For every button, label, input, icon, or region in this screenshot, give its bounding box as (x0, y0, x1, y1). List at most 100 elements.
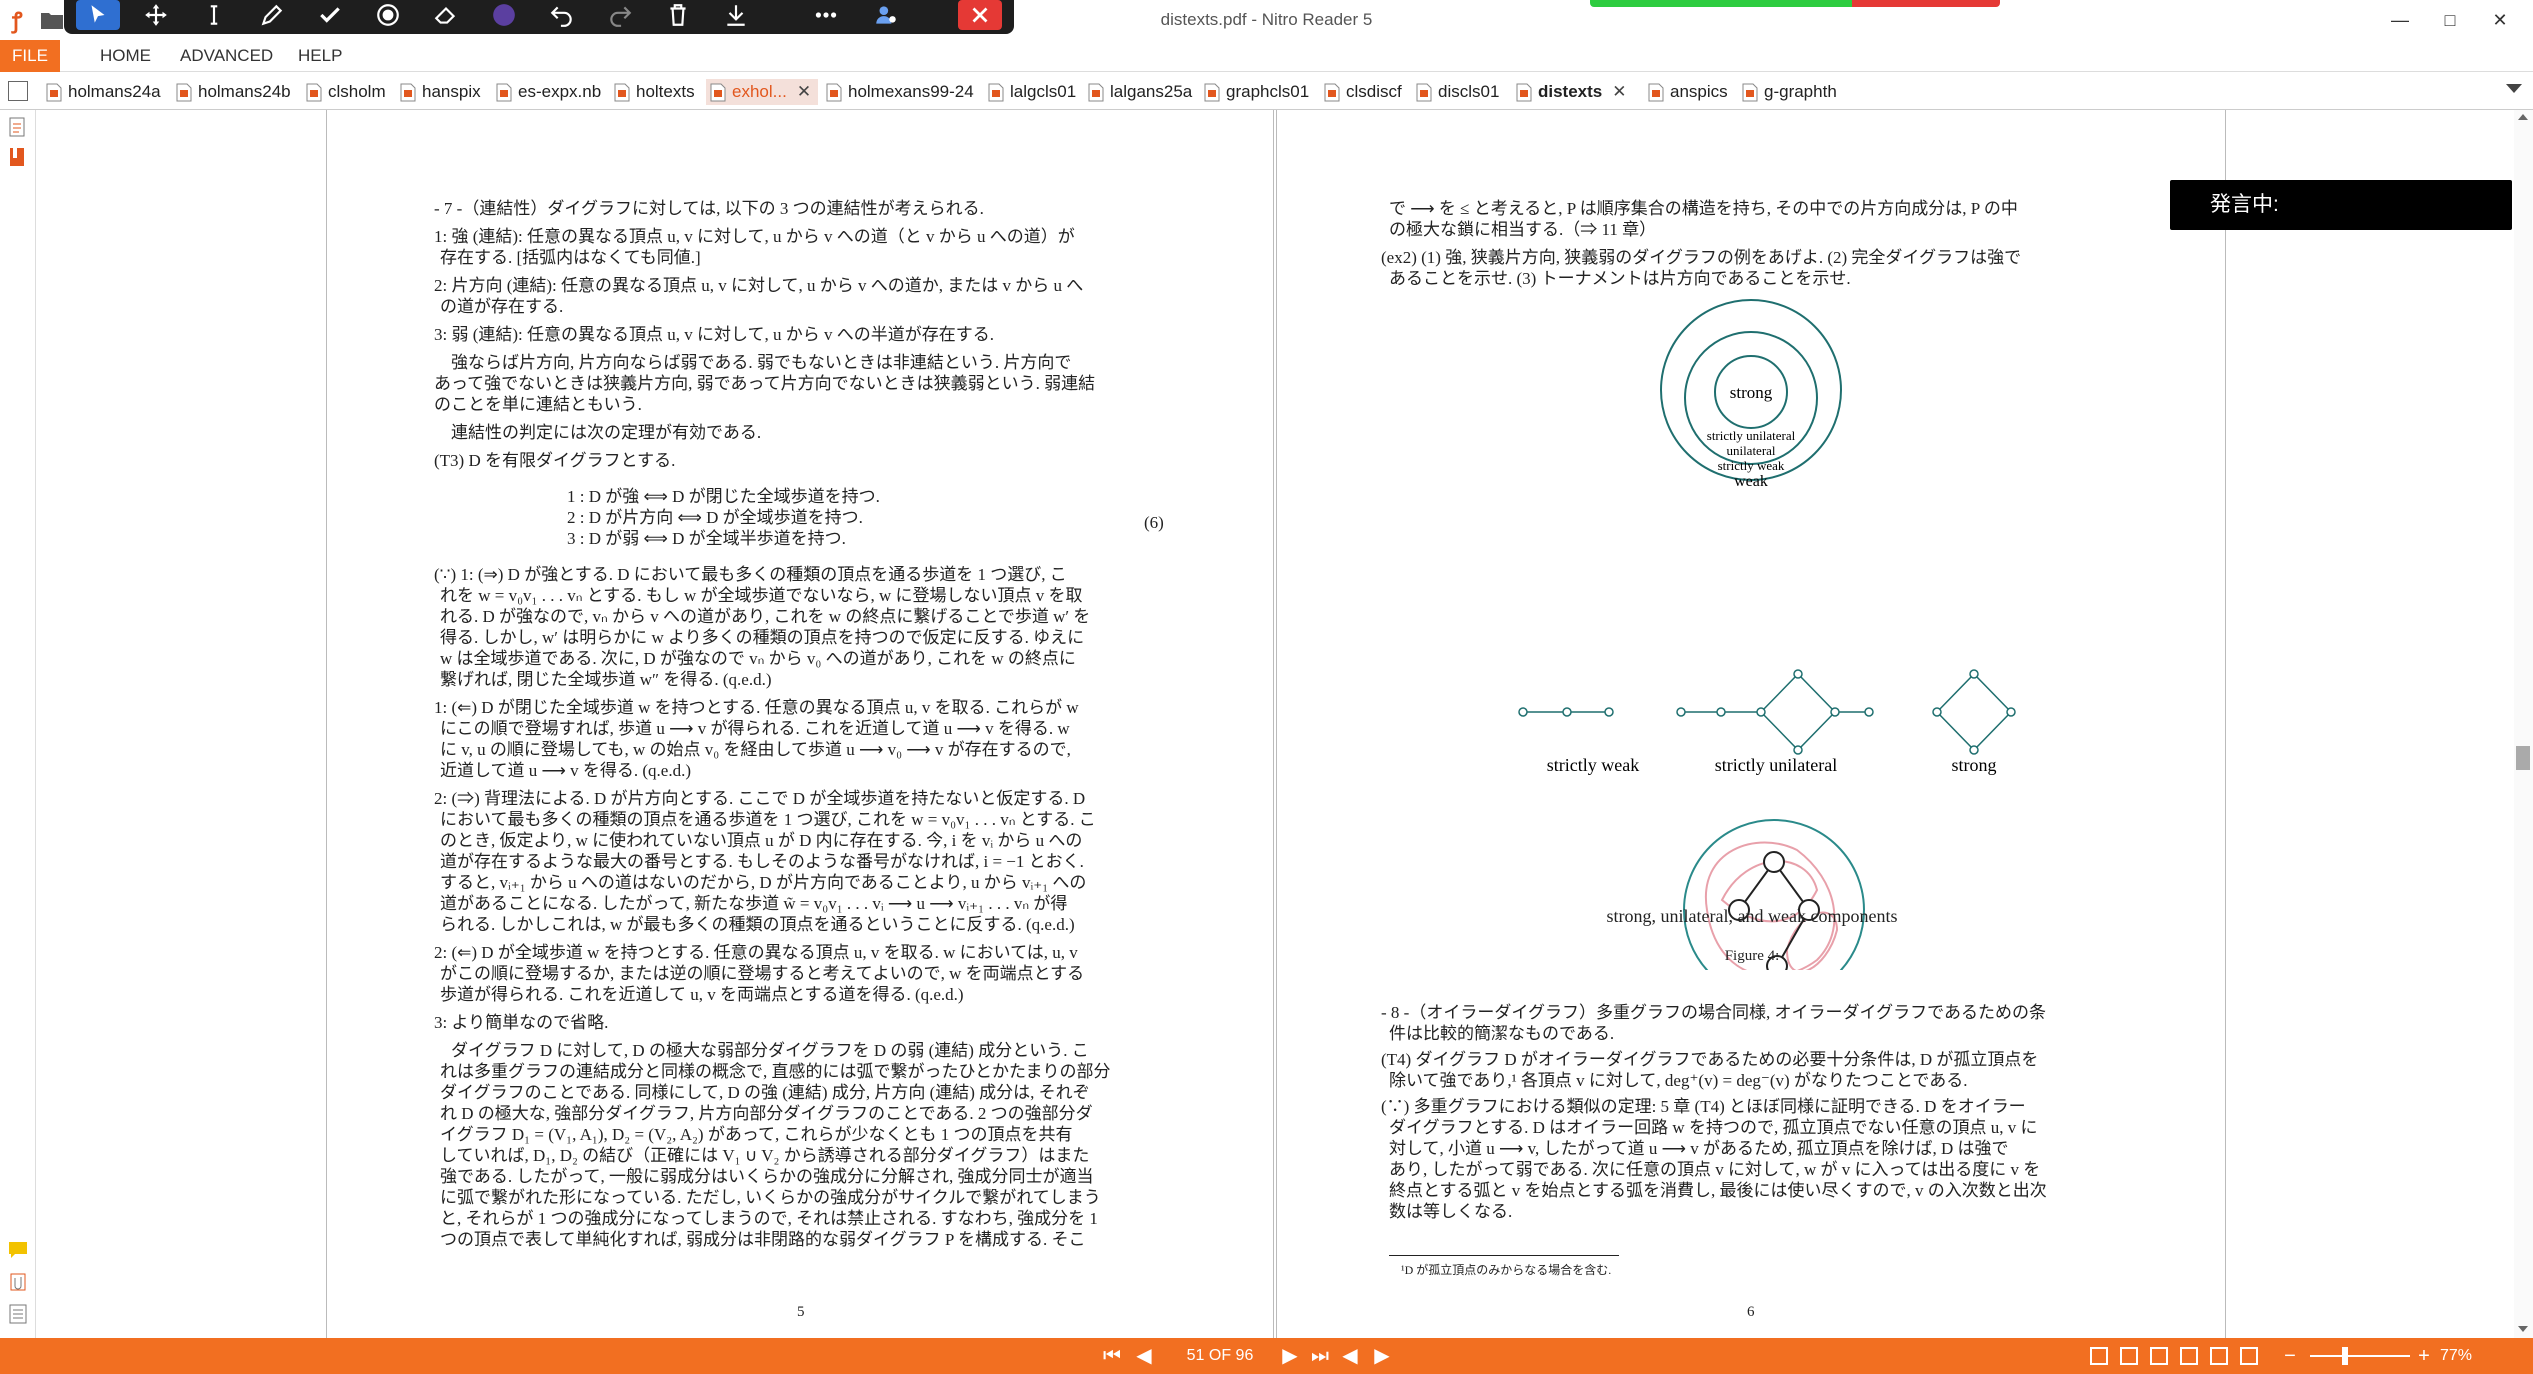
previous-view-icon[interactable]: ◀ (1338, 1344, 1362, 1368)
doc-tab[interactable]: lalgcls01 (984, 79, 1076, 105)
maximize-button[interactable]: □ (2430, 6, 2470, 34)
page5-text-line: れ D の極大な, 強部分ダイグラフ, 片方向部分ダイグラフのことである. 2 … (440, 1104, 1093, 1123)
first-page-button[interactable]: ⏮ (1100, 1344, 1124, 1368)
doc-tab[interactable]: holmexans99-24 (822, 79, 974, 105)
tab-advanced[interactable]: ADVANCED (166, 40, 287, 72)
pan-tool-button[interactable] (134, 0, 178, 30)
doc-tab[interactable]: holmans24a (42, 79, 161, 105)
pdf-file-icon (988, 83, 1004, 102)
zoom-in-button[interactable]: + (2414, 1344, 2434, 1368)
next-view-icon[interactable]: ▶ (1370, 1344, 1394, 1368)
page6-text-line: で ⟶ を ≤ と考えると, P は順序集合の構造を持ち, その中での片方向成分… (1389, 199, 2018, 218)
pdf-file-icon (400, 83, 416, 102)
pen-tool-button[interactable] (250, 0, 294, 30)
page5-text-line: 連結性の判定には次の定理が有効である. (451, 423, 762, 442)
doc-tab[interactable]: hanspix (396, 79, 481, 105)
layers-icon[interactable] (7, 1302, 29, 1326)
scroll-down-arrow-icon[interactable] (2518, 1326, 2528, 1332)
page5-text-line: 道が存在するような最大の番号とする. もしそのような番号がなければ, i = −… (440, 852, 1084, 871)
pdf-file-icon (1416, 83, 1432, 102)
pdf-file-icon (1204, 83, 1220, 102)
redo-button[interactable] (598, 0, 642, 30)
ring-label-strong: strong (1730, 383, 1773, 402)
scrollbar-thumb[interactable] (2516, 746, 2530, 770)
scroll-up-arrow-icon[interactable] (2518, 114, 2528, 120)
record-tool-button[interactable] (366, 0, 410, 30)
delete-button[interactable] (656, 0, 700, 30)
tab-list-icon[interactable] (8, 81, 28, 101)
tab-help[interactable]: HELP (284, 40, 356, 72)
doc-tab[interactable]: anspics (1644, 79, 1728, 105)
doc-tab[interactable]: g-graphth (1738, 79, 1837, 105)
more-options-button[interactable] (804, 0, 848, 30)
fit-page-icon[interactable] (2210, 1347, 2228, 1365)
label-strictly-unilateral: strictly unilateral (1715, 755, 1837, 775)
doc-tab[interactable]: clsdiscf (1320, 79, 1402, 105)
zoom-level[interactable]: 77% (2440, 1344, 2500, 1368)
next-page-button[interactable]: ▶ (1278, 1344, 1302, 1368)
text-cursor-tool-button[interactable] (192, 0, 236, 30)
doc-tab[interactable]: exhol... ✕ (706, 79, 818, 105)
page5-text-line: に v, u の順に登場しても, w の始点 v₀ を経由して歩道 u ⟶ v₀… (440, 740, 1071, 759)
annotation-toolbar (64, 0, 1014, 34)
eraser-tool-button[interactable] (424, 0, 468, 30)
page5-text-line: において最も多くの種類の頂点を通る歩道を 1 つ選び, これを w = v₀v₁… (440, 810, 1096, 829)
pdf-file-icon (710, 83, 726, 102)
document-view[interactable]: - 7 -（連結性）ダイグラフに対しては, 以下の 3 つの連結性が考えられる.… (36, 110, 2514, 1338)
doc-tab[interactable]: holtexts (610, 79, 695, 105)
close-toolbar-button[interactable] (958, 0, 1002, 30)
close-window-button[interactable]: ✕ (2480, 6, 2520, 34)
pdf-file-icon (306, 83, 322, 102)
label-strong: strong (1952, 755, 1997, 775)
select-tool-button[interactable] (76, 0, 120, 30)
zoom-out-button[interactable]: − (2280, 1344, 2300, 1368)
save-download-button[interactable] (714, 0, 758, 30)
comments-icon[interactable] (7, 1238, 29, 1262)
checkmark-tool-button[interactable] (308, 0, 352, 30)
page5-text-line: 3 : D が弱 ⟺ D が全域半歩道を持つ. (567, 529, 846, 548)
single-page-view-icon[interactable] (2090, 1347, 2108, 1365)
continuous-facing-view-icon[interactable] (2180, 1347, 2198, 1365)
attachments-icon[interactable] (7, 1270, 29, 1294)
doc-tab[interactable]: clsholm (302, 79, 386, 105)
page6-text-line: あることを示せ. (3) トーナメントは片方向であることを示せ. (1389, 269, 1851, 288)
download-icon (727, 5, 745, 26)
page6-text-line: あり, したがって弱である. 次に任意の頂点 v に対して, w が v に入っ… (1389, 1160, 2041, 1179)
tab-home[interactable]: HOME (86, 40, 165, 72)
page5-text-line: 1: 強 (連結): 任意の異なる頂点 u, v に対して, u から v への… (434, 227, 1075, 246)
close-tab-button[interactable]: ✕ (797, 82, 811, 101)
presenter-button[interactable] (864, 0, 908, 30)
doc-tab-active[interactable]: distexts ✕ (1512, 79, 1627, 105)
last-page-button[interactable]: ⏭ (1308, 1344, 1332, 1368)
doc-tab[interactable]: discls01 (1412, 79, 1499, 105)
redo-icon (610, 6, 632, 27)
tab-overflow-icon[interactable] (2506, 84, 2522, 93)
doc-tab[interactable]: es-expx.nb (492, 79, 601, 105)
pdf-file-icon (1742, 83, 1758, 102)
zoom-slider-thumb[interactable] (2342, 1347, 2348, 1365)
fit-width-icon[interactable] (2240, 1347, 2258, 1365)
tab-file[interactable]: FILE (0, 40, 60, 72)
vertical-scrollbar[interactable] (2514, 110, 2533, 1338)
move-arrows-icon (145, 4, 167, 26)
bookmarks-icon[interactable] (7, 146, 29, 170)
undo-button[interactable] (540, 0, 584, 30)
continuous-view-icon[interactable] (2120, 1347, 2138, 1365)
figure-caption: Figure 4: (1724, 948, 1780, 964)
close-tab-button[interactable]: ✕ (1612, 82, 1626, 101)
doc-tab[interactable]: holmans24b (172, 79, 291, 105)
ribbon-tabs: FILE HOME ADVANCED HELP (0, 40, 2533, 72)
page5-text-line: がこの順に登場するか, または逆の順に登場すると考えてよいので, w を両端点と… (440, 964, 1085, 983)
page6-text-line: 終点とする弧と v を始点とする弧を消費し, 最後には使い尽くすので, v の入… (1389, 1181, 2047, 1200)
page-thumbnails-icon[interactable] (7, 116, 29, 140)
page5-text-line: のことを単に連結ともいう. (434, 395, 642, 414)
doc-tab[interactable]: lalgans25a (1084, 79, 1192, 105)
previous-page-button[interactable]: ◀ (1132, 1344, 1156, 1368)
minimize-button[interactable]: — (2380, 6, 2420, 34)
facing-view-icon[interactable] (2150, 1347, 2168, 1365)
doc-tab[interactable]: graphcls01 (1200, 79, 1309, 105)
left-side-rail (0, 110, 36, 1338)
color-picker-button[interactable] (482, 0, 526, 30)
page-counter[interactable]: 51 OF 96 (1170, 1344, 1270, 1368)
zoom-slider[interactable] (2310, 1355, 2410, 1357)
